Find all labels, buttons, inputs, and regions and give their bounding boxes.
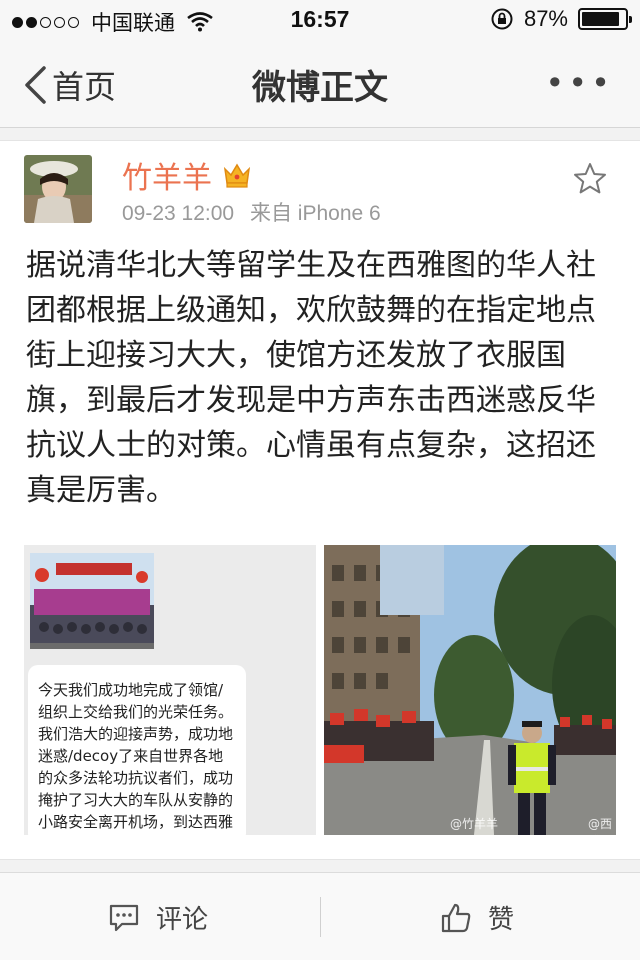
chat-message: 今天我们成功地完成了领馆/组织上交给我们的光荣任务。我们浩大的迎接声势，成功地迷… bbox=[28, 665, 246, 835]
post-image-1[interactable]: 今天我们成功地完成了领馆/组织上交给我们的光荣任务。我们浩大的迎接声势，成功地迷… bbox=[24, 545, 316, 835]
post-time: 09-23 12:00 bbox=[122, 202, 235, 225]
battery-icon bbox=[578, 8, 632, 30]
post-card: 竹羊羊 09-23 12:00 来自 iPhone 6 据说清华北大等留学生及在… bbox=[0, 140, 640, 860]
chat-message-text: 今天我们成功地完成了领馆/组织上交给我们的光荣任务。我们浩大的迎接声势，成功地迷… bbox=[38, 681, 234, 831]
post-meta: 09-23 12:00 来自 iPhone 6 bbox=[122, 197, 381, 227]
post-source: 来自 iPhone 6 bbox=[249, 202, 381, 225]
comment-button[interactable]: 评论 bbox=[108, 899, 208, 936]
bottom-toolbar: 评论 赞 bbox=[0, 872, 640, 960]
battery-percent: 87% bbox=[523, 6, 568, 31]
toolbar-divider bbox=[320, 897, 321, 937]
rotation-lock-icon bbox=[491, 8, 513, 30]
avatar[interactable] bbox=[24, 155, 92, 223]
crown-badge-icon bbox=[223, 163, 251, 188]
page-title: 微博正文 bbox=[252, 68, 388, 108]
status-right: 87% bbox=[490, 6, 632, 32]
navigation-bar: 首页 微博正文 ••• bbox=[0, 40, 640, 128]
username[interactable]: 竹羊羊 bbox=[122, 153, 212, 197]
like-label: 赞 bbox=[488, 905, 515, 935]
image-watermark-2: @西雅 bbox=[588, 817, 613, 835]
more-options-button[interactable]: ••• bbox=[545, 64, 614, 102]
post-text: 据说清华北大等留学生及在西雅图的华人社团都根据上级通知，欢欣鼓舞的在指定地点街上… bbox=[26, 248, 596, 508]
favorite-star-icon[interactable] bbox=[572, 161, 608, 197]
image-watermark-1: @竹羊羊 bbox=[450, 817, 499, 831]
comment-label: 评论 bbox=[156, 905, 209, 935]
status-bar: 中国联通 16:57 87% bbox=[0, 0, 640, 40]
thumbs-up-icon bbox=[441, 903, 471, 932]
comment-icon bbox=[109, 904, 139, 931]
like-button[interactable]: 赞 bbox=[440, 899, 514, 936]
post-image-2[interactable]: @竹羊羊 @西雅 bbox=[324, 545, 616, 835]
user-row: 竹羊羊 bbox=[122, 153, 252, 197]
